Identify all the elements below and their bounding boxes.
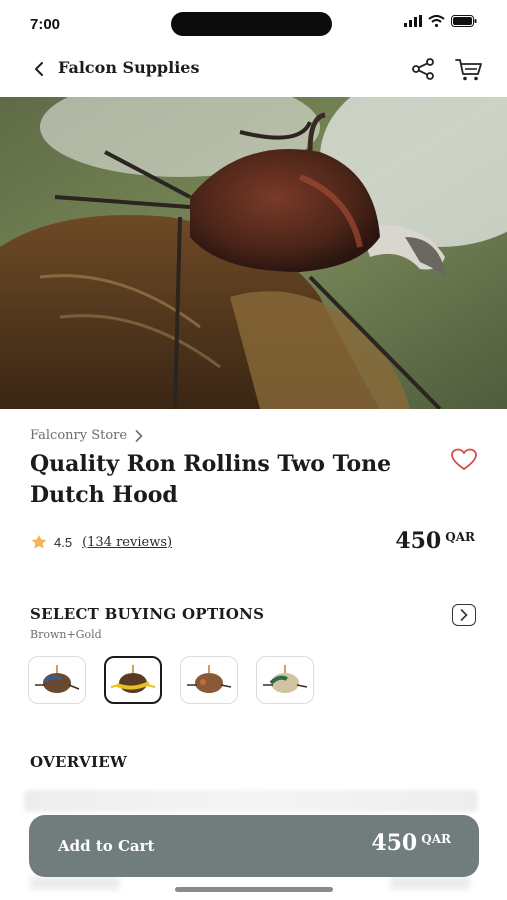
dynamic-island [171, 12, 332, 36]
nav-title: Falcon Supplies [58, 58, 200, 77]
selected-option-label: Brown+Gold [30, 628, 102, 641]
overview-title: OVERVIEW [30, 753, 128, 771]
add-to-cart-button[interactable]: Add to Cart 450 QAR [29, 815, 479, 877]
cart-button[interactable] [454, 55, 484, 83]
price-currency: QAR [445, 530, 475, 544]
store-name: Falconry Store [30, 428, 128, 443]
wifi-icon [428, 15, 445, 27]
cart-price-amount: 450 [371, 830, 418, 856]
status-icons [404, 15, 477, 27]
add-to-cart-label: Add to Cart [58, 837, 155, 855]
signal-icon [404, 15, 422, 27]
home-indicator [175, 887, 333, 892]
cart-price-currency: QAR [421, 832, 451, 846]
product-title: Quality Ron Rollins Two Tone Dutch Hood [30, 451, 392, 508]
favorite-button[interactable] [450, 448, 478, 472]
store-link[interactable]: Falconry Store [30, 428, 143, 443]
product-image[interactable] [0, 97, 507, 409]
nav-bar: Falcon Supplies [0, 48, 507, 92]
content-placeholder [390, 876, 470, 890]
cart-total: 450 QAR [371, 830, 451, 856]
content-placeholder [30, 876, 120, 890]
heart-icon [451, 448, 477, 470]
chevron-right-icon [460, 609, 468, 621]
brown-hood [187, 665, 232, 693]
green-hood [263, 665, 308, 693]
chevron-left-icon [35, 62, 43, 76]
rating-row: 4.5 (134 reviews) [30, 534, 172, 550]
reviews-link[interactable]: (134 reviews) [82, 535, 172, 550]
status-time: 7:00 [30, 16, 61, 33]
product-price: 450 QAR [395, 528, 475, 554]
variant-list [28, 656, 314, 704]
cart-icon [455, 59, 482, 81]
rating-value: 4.5 [54, 534, 73, 550]
share-button[interactable] [410, 56, 436, 82]
share-icon [412, 58, 434, 80]
chevron-right-icon [135, 429, 143, 442]
options-title: SELECT BUYING OPTIONS [30, 605, 265, 623]
battery-icon [451, 15, 477, 27]
status-bar: 7:00 [0, 0, 507, 48]
hooded-falcon-photo [0, 97, 507, 409]
star-icon [31, 535, 47, 549]
variant-option-selected[interactable] [104, 656, 162, 704]
variant-option[interactable] [256, 656, 314, 704]
variant-option[interactable] [180, 656, 238, 704]
blue-brown-hood [35, 665, 80, 693]
back-button[interactable] [28, 58, 50, 80]
price-amount: 450 [395, 528, 442, 554]
options-next-button[interactable] [452, 604, 476, 626]
variant-option[interactable] [28, 656, 86, 704]
overview-content-placeholder [24, 790, 478, 812]
gold-hood [110, 665, 156, 693]
